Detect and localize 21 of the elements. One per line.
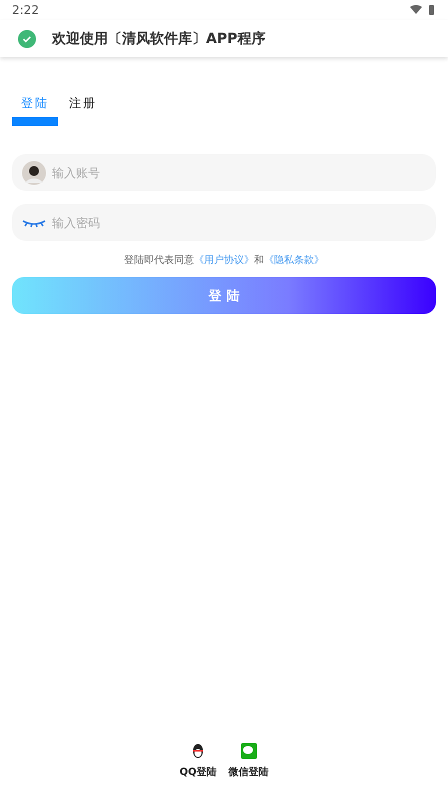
penguin-icon bbox=[190, 743, 205, 759]
account-field[interactable]: 输入账号 bbox=[12, 154, 436, 191]
social-login-button[interactable]: 微信登陆 bbox=[228, 743, 268, 779]
login-button[interactable]: 登 陆 bbox=[12, 277, 436, 314]
tab[interactable]: 登陆 bbox=[12, 95, 58, 126]
agreement-text: 登陆即代表同意 bbox=[124, 254, 194, 267]
header-title: 欢迎使用〔清风软件库〕APP程序 bbox=[52, 30, 266, 48]
user-agreement-link[interactable]: 《用户协议》 bbox=[194, 253, 254, 267]
password-field[interactable]: 输入密码 bbox=[12, 204, 436, 241]
account-input[interactable]: 输入账号 bbox=[50, 164, 426, 180]
social-login-button[interactable]: QQ登陆 bbox=[179, 743, 216, 779]
check-icon bbox=[18, 30, 36, 48]
privacy-policy-link[interactable]: 《隐私条款》 bbox=[264, 253, 324, 267]
wifi-battery-icon bbox=[410, 5, 436, 15]
avatar-icon bbox=[22, 160, 46, 184]
agreement-joiner: 和 bbox=[254, 254, 264, 267]
tab[interactable]: 注册 bbox=[58, 95, 108, 126]
chat-icon bbox=[240, 743, 256, 759]
closed-eye-icon bbox=[22, 218, 46, 228]
password-input[interactable]: 输入密码 bbox=[50, 214, 426, 230]
status-time: 2:22 bbox=[12, 3, 39, 17]
